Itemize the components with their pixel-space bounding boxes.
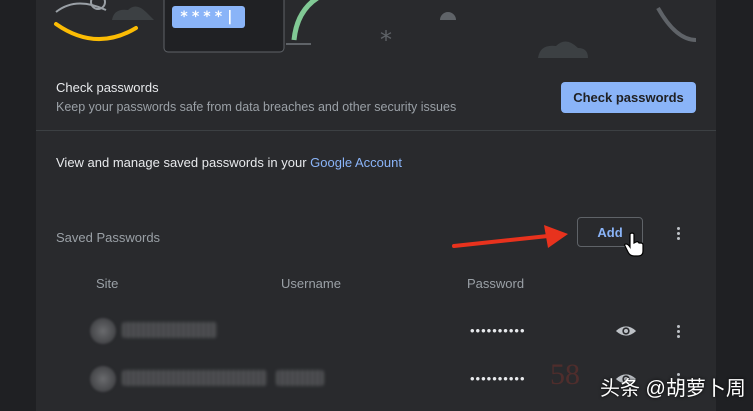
column-header-site: Site bbox=[96, 276, 119, 291]
username-redacted bbox=[276, 370, 324, 386]
check-passwords-button[interactable]: Check passwords bbox=[561, 82, 696, 113]
settings-page: * ****| Check passwords Keep your passwo… bbox=[0, 0, 753, 411]
show-password-icon[interactable] bbox=[615, 320, 637, 342]
site-favicon bbox=[90, 366, 116, 392]
password-masked: •••••••••• bbox=[470, 323, 526, 338]
manage-passwords-prefix: View and manage saved passwords in your bbox=[56, 155, 311, 170]
hand-cursor-icon bbox=[624, 232, 644, 257]
saved-passwords-more-icon[interactable] bbox=[668, 223, 688, 243]
saved-passwords-heading: Saved Passwords bbox=[56, 230, 161, 245]
site-name-redacted bbox=[122, 322, 217, 338]
site-name-redacted bbox=[122, 370, 267, 386]
column-header-username: Username bbox=[281, 276, 341, 291]
svg-text:*: * bbox=[380, 26, 392, 54]
section-divider bbox=[36, 130, 716, 131]
google-account-link[interactable]: Google Account bbox=[310, 155, 402, 170]
banner-illustration: * ****| bbox=[36, 0, 716, 70]
check-passwords-description: Keep your passwords safe from data breac… bbox=[56, 100, 457, 114]
watermark-text: 头条 @胡萝卜周 bbox=[600, 378, 746, 400]
column-header-password: Password bbox=[467, 276, 525, 291]
password-masked: •••••••••• bbox=[470, 371, 526, 386]
check-passwords-title: Check passwords bbox=[56, 80, 159, 95]
red-arrow-annotation bbox=[452, 225, 568, 248]
password-chip: ****| bbox=[172, 6, 245, 28]
password-chip-text: ****| bbox=[179, 9, 238, 25]
watermark-faint-number: 58 bbox=[550, 358, 580, 391]
site-favicon bbox=[90, 318, 116, 344]
banner-illustration-svg: * bbox=[54, 0, 697, 58]
manage-passwords-text: View and manage saved passwords in your … bbox=[56, 155, 402, 170]
row-more-icon[interactable] bbox=[668, 321, 688, 341]
